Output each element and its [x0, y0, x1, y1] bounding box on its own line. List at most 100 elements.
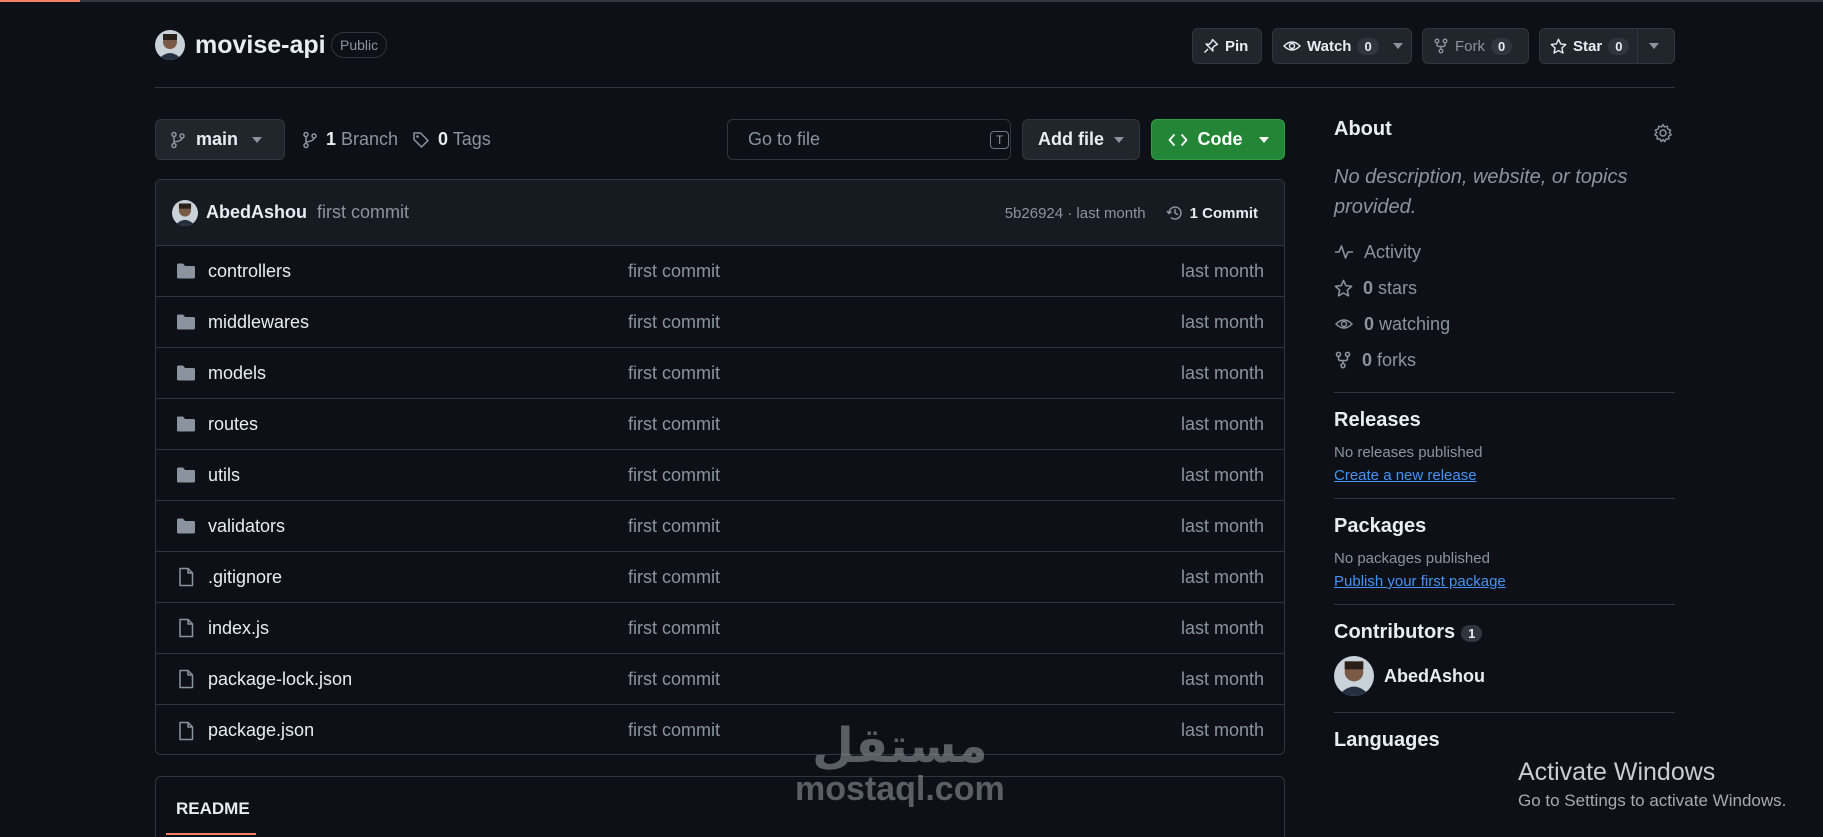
branch-icon	[171, 131, 185, 148]
activity-link[interactable]: Activity	[1334, 234, 1675, 270]
repo-name[interactable]: movise-api	[195, 31, 326, 60]
fork-icon	[1335, 351, 1351, 369]
watermark-latin: mostaql.com	[795, 770, 1005, 808]
packages-heading[interactable]: Packages	[1334, 515, 1675, 538]
tags-link[interactable]: 0 Tags	[412, 119, 491, 160]
file-commit-message[interactable]: first commit	[628, 261, 720, 282]
file-row[interactable]: validators first commit last month	[156, 501, 1284, 552]
file-row[interactable]: .gitignore first commit last month	[156, 552, 1284, 603]
stars-count: 0	[1363, 277, 1374, 298]
watching-link[interactable]: 0 watching	[1334, 306, 1675, 342]
contributors-title: Contributors	[1334, 621, 1456, 643]
watching-label: watching	[1379, 313, 1451, 334]
divider	[1334, 604, 1675, 605]
file-row[interactable]: index.js first commit last month	[156, 603, 1284, 654]
pin-icon	[1204, 38, 1219, 53]
file-commit-message[interactable]: first commit	[628, 567, 720, 588]
pin-button[interactable]: Pin	[1192, 28, 1262, 64]
owner-avatar[interactable]	[155, 30, 185, 60]
forks-link[interactable]: 0 forks	[1334, 342, 1675, 378]
about-description: No description, website, or topics provi…	[1334, 166, 1628, 218]
contributor-item[interactable]: AbedAshou	[1334, 656, 1675, 696]
folder-icon	[177, 518, 195, 534]
fork-button[interactable]: Fork 0	[1422, 28, 1529, 64]
file-row[interactable]: package.json first commit last month	[156, 705, 1284, 754]
file-row[interactable]: controllers first commit last month	[156, 246, 1284, 297]
file-name[interactable]: index.js	[208, 618, 269, 639]
commit-message[interactable]: first commit	[317, 202, 409, 223]
watching-count: 0	[1364, 313, 1375, 334]
repo-header: movise-api Public Pin Watch 0 Fork 0 Sta…	[155, 26, 1675, 90]
tab-readme[interactable]: README	[176, 799, 250, 819]
fork-label: Fork	[1455, 37, 1485, 55]
file-row[interactable]: middlewares first commit last month	[156, 297, 1284, 348]
commit-hash-time[interactable]: 5b26924 · last month	[1005, 205, 1146, 222]
file-name[interactable]: validators	[208, 516, 285, 537]
branch-selector[interactable]: main	[155, 119, 285, 160]
add-file-label: Add file	[1038, 129, 1104, 149]
branch-name: main	[196, 129, 239, 149]
contributors-count: 1	[1461, 625, 1483, 642]
watch-count: 0	[1357, 37, 1379, 55]
file-name[interactable]: package-lock.json	[208, 669, 352, 690]
branch-count: 1	[326, 129, 337, 149]
branches-link[interactable]: 1 Branch	[302, 119, 398, 160]
file-time: last month	[1180, 617, 1264, 638]
file-commit-message[interactable]: first commit	[628, 465, 720, 486]
avatar[interactable]	[1334, 656, 1374, 696]
file-commit-message[interactable]: first commit	[628, 414, 720, 435]
file-row[interactable]: package-lock.json first commit last mont…	[156, 654, 1284, 705]
file-commit-message[interactable]: first commit	[628, 516, 720, 537]
file-row[interactable]: routes first commit last month	[156, 399, 1284, 450]
file-name[interactable]: controllers	[208, 261, 291, 282]
file-row[interactable]: utils first commit last month	[156, 450, 1284, 501]
file-time: last month	[1180, 720, 1264, 740]
commits-link[interactable]: 1 Commit	[1166, 204, 1258, 222]
branch-icon	[303, 131, 317, 148]
file-name[interactable]: models	[208, 363, 266, 384]
file-commit-message[interactable]: first commit	[628, 363, 720, 384]
go-to-file[interactable]: T	[727, 119, 1011, 160]
top-border	[0, 0, 1823, 2]
stars-label: stars	[1378, 277, 1418, 298]
file-name[interactable]: routes	[208, 414, 258, 435]
watch-dropdown[interactable]	[1385, 29, 1411, 63]
star-button[interactable]: Star 0	[1539, 28, 1675, 64]
create-release-link[interactable]: Create a new release	[1334, 467, 1675, 484]
packages-empty-text: No packages published	[1334, 550, 1490, 567]
file-row[interactable]: models first commit last month	[156, 348, 1284, 399]
commit-author-avatar[interactable]	[172, 199, 198, 226]
commits-label: Commit	[1202, 204, 1258, 222]
file-icon	[179, 618, 194, 638]
tab-underline	[166, 833, 256, 835]
file-name[interactable]: utils	[208, 465, 240, 486]
file-commit-message[interactable]: first commit	[628, 720, 720, 741]
caret-down-icon	[252, 136, 263, 143]
file-name[interactable]: package.json	[208, 720, 314, 741]
code-button[interactable]: Code	[1151, 119, 1285, 160]
publish-package-link[interactable]: Publish your first package	[1334, 573, 1675, 590]
releases-heading[interactable]: Releases	[1334, 409, 1675, 432]
history-icon	[1166, 206, 1182, 220]
file-name[interactable]: middlewares	[208, 312, 309, 333]
fork-icon	[1434, 38, 1448, 54]
divider	[1334, 392, 1675, 393]
stars-link[interactable]: 0 stars	[1334, 270, 1675, 306]
divider	[1334, 712, 1675, 713]
star-dropdown[interactable]	[1638, 29, 1670, 63]
file-commit-message[interactable]: first commit	[628, 312, 720, 333]
languages-heading: Languages	[1334, 729, 1440, 751]
star-icon	[1550, 38, 1567, 54]
commit-author[interactable]: AbedAshou	[206, 202, 307, 223]
add-file-button[interactable]: Add file	[1022, 119, 1140, 160]
go-to-file-input[interactable]	[748, 129, 980, 150]
watch-button[interactable]: Watch 0	[1272, 28, 1412, 64]
file-name[interactable]: .gitignore	[208, 567, 282, 588]
contributors-heading[interactable]: Contributors 1	[1334, 621, 1675, 644]
gear-icon[interactable]	[1653, 123, 1673, 143]
commits-count: 1	[1189, 204, 1198, 222]
pulse-icon	[1335, 245, 1353, 259]
file-commit-message[interactable]: first commit	[628, 669, 720, 690]
file-commit-message[interactable]: first commit	[628, 618, 720, 639]
contributor-name[interactable]: AbedAshou	[1384, 666, 1485, 687]
